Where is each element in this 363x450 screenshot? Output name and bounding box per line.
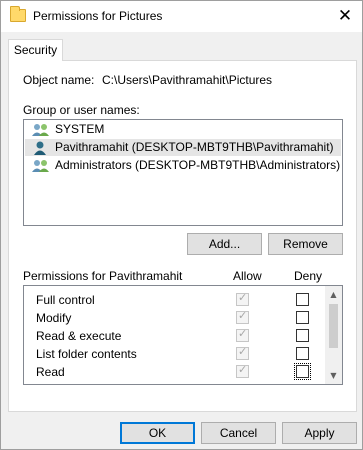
group-icon (32, 160, 49, 172)
permissions-list[interactable]: Full control ✓ Modify ✓ Read & execute ✓… (23, 285, 343, 385)
list-item[interactable]: Administrators (DESKTOP-MBT9THB\Administ… (25, 157, 341, 174)
deny-checkbox[interactable] (296, 329, 309, 342)
allow-checkbox: ✓ (236, 327, 249, 342)
list-item-label: Pavithramahit (DESKTOP-MBT9THB\Pavithram… (55, 140, 334, 154)
deny-header: Deny (294, 269, 323, 283)
list-item[interactable]: SYSTEM (25, 121, 341, 138)
object-name-label: Object name: (23, 73, 95, 87)
group-list-label: Group or user names: (23, 103, 140, 117)
apply-button[interactable]: Apply (282, 422, 357, 444)
list-item-label: SYSTEM (55, 122, 105, 136)
permission-row: Read & execute ✓ (24, 327, 324, 345)
deny-checkbox[interactable] (296, 347, 309, 360)
allow-checkbox: ✓ (236, 363, 249, 378)
deny-checkbox[interactable] (294, 363, 311, 380)
permission-name: Read (36, 365, 65, 379)
permissions-scrollbar[interactable]: ▲ ▼ (325, 286, 342, 384)
scroll-down-icon[interactable]: ▼ (325, 367, 342, 384)
permission-row: Modify ✓ (24, 309, 324, 327)
scroll-up-icon[interactable]: ▲ (325, 286, 342, 303)
cancel-button[interactable]: Cancel (201, 422, 276, 444)
permission-row: List folder contents ✓ (24, 345, 324, 363)
permissions-dialog: Permissions for Pictures ✕ Security Obje… (0, 0, 363, 450)
tab-security[interactable]: Security (8, 39, 63, 61)
permissions-label: Permissions for Pavithramahit (23, 269, 183, 283)
permission-name: List folder contents (36, 347, 137, 361)
allow-checkbox: ✓ (236, 345, 249, 360)
close-button[interactable]: ✕ (334, 5, 356, 27)
remove-button[interactable]: Remove (268, 233, 343, 255)
allow-header: Allow (233, 269, 262, 283)
group-icon (32, 124, 49, 136)
deny-checkbox[interactable] (296, 311, 309, 324)
permission-name: Read & execute (36, 329, 122, 343)
add-button[interactable]: Add... (187, 233, 262, 255)
window-title: Permissions for Pictures (33, 9, 163, 23)
object-name-value: C:\Users\Pavithramahit\Pictures (102, 73, 273, 87)
list-item[interactable]: Pavithramahit (DESKTOP-MBT9THB\Pavithram… (25, 139, 341, 156)
deny-checkbox[interactable] (296, 293, 309, 306)
allow-checkbox: ✓ (236, 309, 249, 324)
permission-name: Modify (36, 311, 72, 325)
permission-row: Read ✓ (24, 363, 324, 381)
permission-row: Full control ✓ (24, 291, 324, 309)
ok-button[interactable]: OK (120, 422, 195, 444)
folder-icon (10, 6, 26, 22)
title-bar[interactable]: Permissions for Pictures ✕ (1, 1, 362, 32)
user-icon (34, 141, 46, 155)
allow-checkbox: ✓ (236, 291, 249, 306)
group-user-list[interactable]: SYSTEM Pavithramahit (DESKTOP-MBT9THB\Pa… (23, 119, 343, 226)
permission-name: Full control (36, 293, 95, 307)
list-item-label: Administrators (DESKTOP-MBT9THB\Administ… (55, 158, 341, 172)
scroll-thumb[interactable] (329, 304, 338, 348)
security-panel: Object name: C:\Users\Pavithramahit\Pict… (8, 60, 357, 412)
